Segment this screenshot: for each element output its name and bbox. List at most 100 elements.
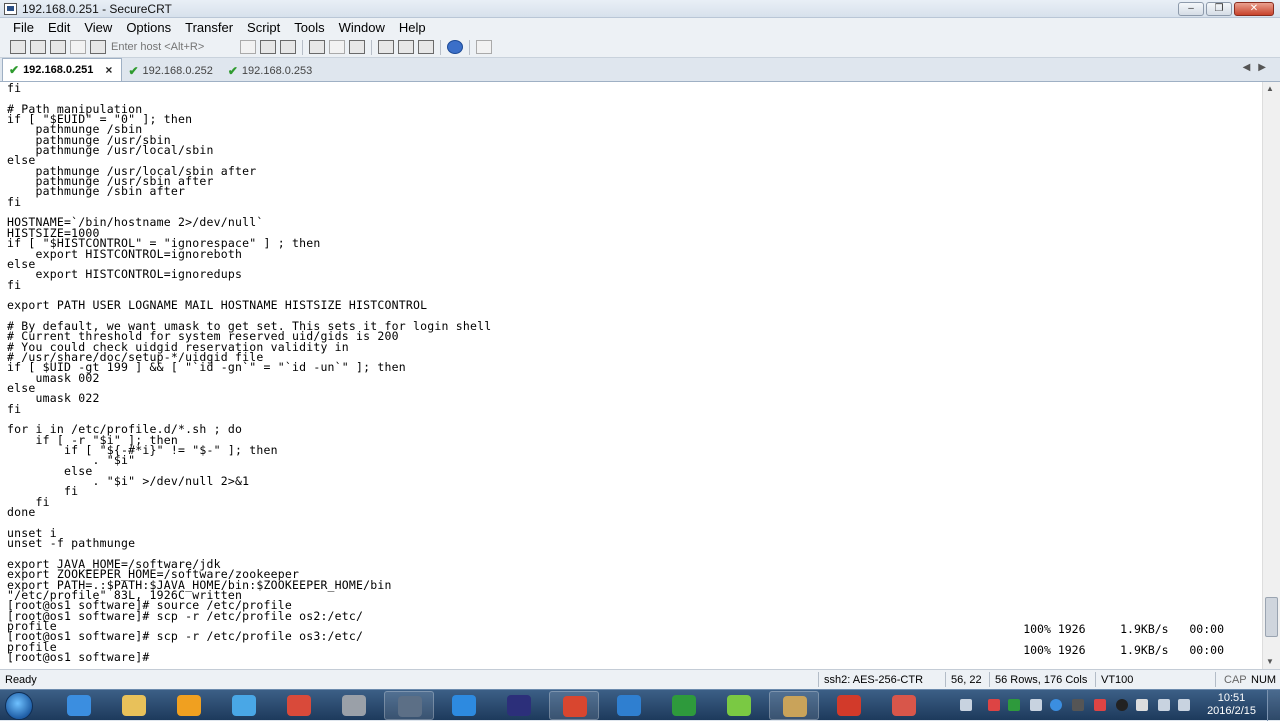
menu-file[interactable]: File: [6, 20, 41, 35]
drawing-app-icon: [892, 695, 916, 716]
taskbar-app-button[interactable]: [879, 691, 929, 720]
show-desktop-button[interactable]: [1267, 690, 1280, 721]
tray-app-icon[interactable]: [1050, 699, 1062, 711]
tray-app-icon[interactable]: [988, 699, 1000, 711]
chrome-icon: [287, 695, 311, 716]
taskbar-app-button[interactable]: [494, 691, 544, 720]
find-icon[interactable]: [280, 40, 296, 54]
disconnect-icon[interactable]: [90, 40, 106, 54]
network-tray-icon[interactable]: [1158, 699, 1170, 711]
eclipse-icon: [507, 695, 531, 716]
title-bar: 192.168.0.251 - SecureCRT – ❐ ✕: [0, 0, 1280, 18]
folder-app-icon: [783, 696, 807, 717]
window-title: 192.168.0.251 - SecureCRT: [22, 1, 172, 16]
global-options-icon[interactable]: [398, 40, 414, 54]
network-app-icon: [232, 695, 256, 716]
menu-edit[interactable]: Edit: [41, 20, 77, 35]
securecrt-app-icon[interactable]: [4, 2, 17, 15]
tab-label: 192.168.0.253: [241, 64, 313, 77]
scroll-down-icon[interactable]: ▼: [1266, 657, 1274, 666]
connect-icon[interactable]: [10, 40, 26, 54]
tab-label: 192.168.0.252: [142, 64, 213, 77]
taskbar-app-button[interactable]: [604, 691, 654, 720]
taskbar-app-button[interactable]: [384, 691, 434, 720]
menu-window[interactable]: Window: [332, 20, 392, 35]
tab-session-251[interactable]: ✔ 192.168.0.251 ×: [2, 58, 123, 81]
pdf-reader-icon: [837, 695, 861, 716]
terminal-scrollbar[interactable]: ▲ ▼: [1262, 82, 1280, 669]
close-tab-icon[interactable]: ×: [105, 63, 112, 77]
keymap-icon[interactable]: [418, 40, 434, 54]
paste-icon[interactable]: [260, 40, 276, 54]
status-cipher: ssh2: AES-256-CTR: [824, 674, 924, 686]
tray-app-icon[interactable]: [1136, 699, 1148, 711]
reconnect-icon[interactable]: [70, 40, 86, 54]
keyboard-tray-icon[interactable]: [960, 699, 972, 711]
file-explorer-icon: [122, 695, 146, 716]
taskbar-app-button[interactable]: [54, 691, 104, 720]
menu-tools[interactable]: Tools: [287, 20, 331, 35]
print-selection-icon[interactable]: [329, 40, 345, 54]
tray-app-icon[interactable]: [1094, 699, 1106, 711]
sftp-icon[interactable]: [476, 40, 492, 54]
toolbar: [0, 37, 1280, 58]
status-state: Ready: [5, 674, 37, 686]
quick-connect-icon[interactable]: [30, 40, 46, 54]
taskbar-app-button[interactable]: [769, 691, 819, 720]
taskbar-app-button[interactable]: [329, 691, 379, 720]
start-button[interactable]: [5, 692, 33, 720]
session-options-icon[interactable]: [378, 40, 394, 54]
terminal-view[interactable]: fi # Path manipulation if [ "$EUID" = "0…: [0, 82, 1262, 669]
securecrt-icon: [398, 696, 422, 717]
print-setup-icon[interactable]: [349, 40, 365, 54]
transfer-progress-os3: 100% 1926 1.9KB/s 00:00: [1023, 643, 1224, 657]
print-icon[interactable]: [309, 40, 325, 54]
taskbar-app-button[interactable]: [824, 691, 874, 720]
menu-bar: File Edit View Options Transfer Script T…: [0, 18, 1280, 37]
volume-tray-icon[interactable]: [1178, 699, 1190, 711]
taskbar-app-button[interactable]: [439, 691, 489, 720]
taskbar-app-button[interactable]: [714, 691, 764, 720]
menu-transfer[interactable]: Transfer: [178, 20, 240, 35]
taskbar-app-button[interactable]: [274, 691, 324, 720]
connect-in-tab-icon[interactable]: [50, 40, 66, 54]
tray-app-icon[interactable]: [1008, 699, 1020, 711]
system-clock[interactable]: 10:51 2016/2/15: [1207, 692, 1256, 718]
taskbar-app-button[interactable]: [109, 691, 159, 720]
taskbar-app-button[interactable]: [549, 691, 599, 720]
status-divider: [945, 672, 946, 687]
close-button[interactable]: ✕: [1234, 1, 1274, 16]
scrollbar-thumb[interactable]: [1265, 597, 1278, 637]
menu-options[interactable]: Options: [119, 20, 178, 35]
tray-app-icon[interactable]: [1072, 699, 1084, 711]
quick-connect-input[interactable]: [108, 39, 238, 55]
toolbar-separator: [371, 39, 372, 55]
filezilla-icon: [563, 696, 587, 717]
help-icon[interactable]: [447, 40, 463, 54]
status-divider: [1095, 672, 1096, 687]
menu-script[interactable]: Script: [240, 20, 287, 35]
qq-tray-icon[interactable]: [1116, 699, 1128, 711]
taskbar-app-button[interactable]: [164, 691, 214, 720]
menu-help[interactable]: Help: [392, 20, 433, 35]
maximize-button[interactable]: ❐: [1206, 1, 1232, 16]
tab-label: 192.168.0.251: [23, 64, 94, 76]
transfer-progress-os2: 100% 1926 1.9KB/s 00:00: [1023, 622, 1224, 636]
minimize-button[interactable]: –: [1178, 1, 1204, 16]
clock-time: 10:51: [1217, 692, 1246, 704]
program-icon: [342, 695, 366, 716]
tab-session-253[interactable]: ✔ 192.168.0.253: [222, 60, 321, 81]
tray-app-icon[interactable]: [1030, 699, 1042, 711]
tab-session-252[interactable]: ✔ 192.168.0.252: [122, 60, 221, 81]
scroll-up-icon[interactable]: ▲: [1266, 84, 1274, 93]
taskbar-app-button[interactable]: [659, 691, 709, 720]
taskbar-app-button[interactable]: [219, 691, 269, 720]
tab-scroll-left-icon[interactable]: ◀: [1243, 62, 1259, 73]
tab-scroll-right-icon[interactable]: ▶: [1258, 62, 1274, 73]
toolbar-separator: [302, 39, 303, 55]
terminal-output: fi # Path manipulation if [ "$EUID" = "0…: [7, 82, 492, 664]
copy-icon[interactable]: [240, 40, 256, 54]
menu-view[interactable]: View: [77, 20, 119, 35]
status-divider: [1215, 672, 1216, 687]
status-caps: CAP: [1224, 674, 1247, 686]
